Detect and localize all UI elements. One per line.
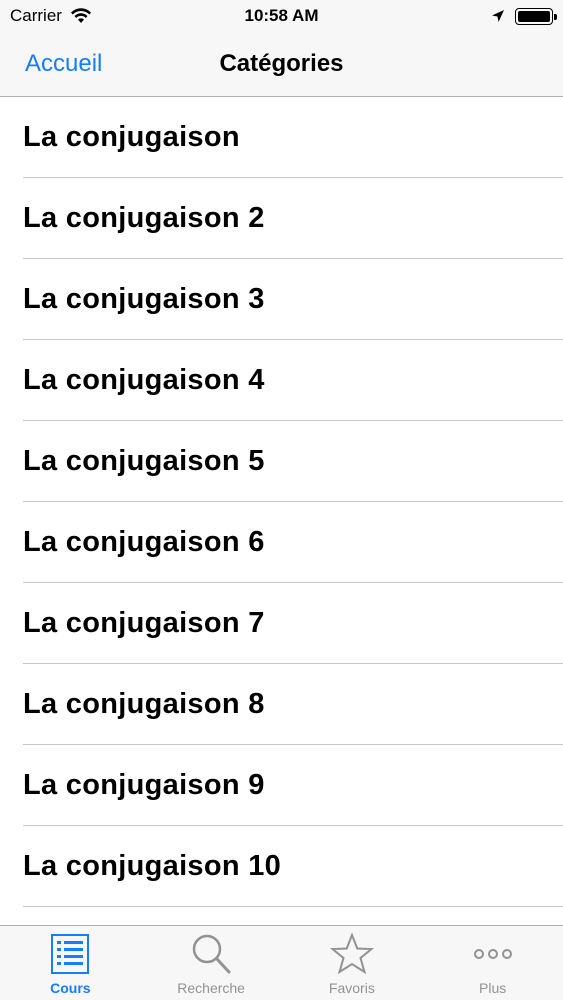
list-item-label: La conjugaison 4 xyxy=(23,364,265,396)
list-item-label: La conjugaison 9 xyxy=(23,769,265,801)
list-item-label: La conjugaison 10 xyxy=(23,850,282,882)
list-item[interactable]: La conjugaison 10 xyxy=(0,826,563,907)
wifi-icon xyxy=(70,8,91,23)
location-arrow-icon xyxy=(492,10,504,22)
category-list: La conjugaison La conjugaison 2 La conju… xyxy=(0,97,563,907)
carrier-label: Carrier xyxy=(10,6,62,25)
list-item-label: La conjugaison 8 xyxy=(23,688,265,720)
list-item[interactable]: La conjugaison 2 xyxy=(0,178,563,259)
status-bar: Carrier 10:58 AM xyxy=(0,0,563,32)
tab-label: Cours xyxy=(50,980,91,996)
battery-full-icon xyxy=(515,7,557,25)
list-item[interactable]: La conjugaison 8 xyxy=(0,664,563,745)
status-right xyxy=(491,7,557,25)
list-item[interactable]: La conjugaison 9 xyxy=(0,745,563,826)
star-icon xyxy=(329,932,374,975)
back-button[interactable]: Accueil xyxy=(25,32,102,96)
tab-recherche[interactable]: Recherche xyxy=(141,926,282,1000)
more-icon xyxy=(473,949,512,959)
list-item-label: La conjugaison 7 xyxy=(23,607,265,639)
list-item-label: La conjugaison xyxy=(23,121,240,153)
list-item[interactable]: La conjugaison 5 xyxy=(0,421,563,502)
list-item[interactable]: La conjugaison 4 xyxy=(0,340,563,421)
list-item-label: La conjugaison 2 xyxy=(23,202,265,234)
list-item[interactable]: La conjugaison 7 xyxy=(0,583,563,664)
tab-bar: Cours Recherche Favoris Plus xyxy=(0,925,563,1000)
list-item-label: La conjugaison 6 xyxy=(23,526,265,558)
list-item[interactable]: La conjugaison xyxy=(0,97,563,178)
tab-favoris[interactable]: Favoris xyxy=(282,926,423,1000)
search-icon xyxy=(192,934,231,974)
list-item[interactable]: La conjugaison 6 xyxy=(0,502,563,583)
tab-label: Recherche xyxy=(177,980,245,996)
list-item[interactable]: La conjugaison 3 xyxy=(0,259,563,340)
tab-plus[interactable]: Plus xyxy=(422,926,563,1000)
status-left: Carrier xyxy=(10,6,92,26)
list-item-label: La conjugaison 3 xyxy=(23,283,265,315)
tab-cours[interactable]: Cours xyxy=(0,926,141,1000)
tab-label: Favoris xyxy=(328,980,375,996)
list-icon xyxy=(51,934,90,974)
tab-label: Plus xyxy=(479,980,507,996)
navigation-bar: Accueil Catégories xyxy=(0,32,563,97)
list-item-label: La conjugaison 5 xyxy=(23,445,265,477)
